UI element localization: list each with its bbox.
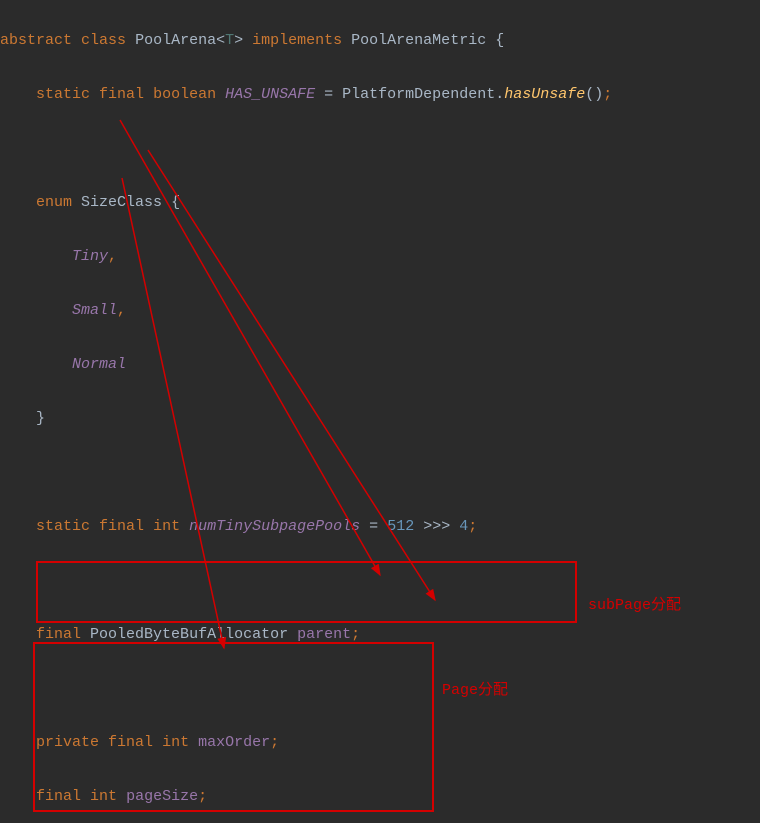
field-parent: parent — [297, 626, 351, 643]
enum-name: SizeClass — [81, 194, 162, 211]
code-editor: abstract class PoolArena<T> implements P… — [0, 0, 760, 823]
annotation-label-subpage: subPage分配 — [588, 593, 681, 614]
code-line: Small, — [0, 297, 760, 324]
literal-4: 4 — [459, 518, 468, 535]
generic-t: T — [225, 32, 234, 49]
kw-implements: implements — [252, 32, 342, 49]
kw-abstract: abstract — [0, 32, 72, 49]
code-line: Tiny, — [0, 243, 760, 270]
literal-512: 512 — [387, 518, 414, 535]
annotation-label-page: Page分配 — [442, 678, 508, 699]
code-line: enum SizeClass { — [0, 189, 760, 216]
method-hasunsafe: hasUnsafe — [504, 86, 585, 103]
code-line: private final int maxOrder; — [0, 729, 760, 756]
code-line: final int pageSize; — [0, 783, 760, 810]
field-maxorder: maxOrder — [198, 734, 270, 751]
enum-tiny: Tiny — [72, 248, 108, 265]
code-line — [0, 567, 760, 594]
enum-normal: Normal — [72, 356, 126, 373]
code-line — [0, 675, 760, 702]
code-line: Normal — [0, 351, 760, 378]
kw-enum: enum — [36, 194, 72, 211]
code-line: static final int numTinySubpagePools = 5… — [0, 513, 760, 540]
class-name: PoolArena — [135, 32, 216, 49]
enum-small: Small — [72, 302, 117, 319]
field-numtiny: numTinySubpagePools — [189, 518, 360, 535]
code-line: abstract class PoolArena<T> implements P… — [0, 27, 760, 54]
code-line: static final boolean HAS_UNSAFE = Platfo… — [0, 81, 760, 108]
field-pagesize: pageSize — [126, 788, 198, 805]
field-has-unsafe: HAS_UNSAFE — [225, 86, 315, 103]
code-line: } — [0, 405, 760, 432]
code-line: final PooledByteBufAllocator parent; — [0, 621, 760, 648]
kw-class: class — [81, 32, 126, 49]
code-block: abstract class PoolArena<T> implements P… — [0, 0, 760, 823]
code-line — [0, 459, 760, 486]
iface-name: PoolArenaMetric — [351, 32, 486, 49]
code-line — [0, 135, 760, 162]
